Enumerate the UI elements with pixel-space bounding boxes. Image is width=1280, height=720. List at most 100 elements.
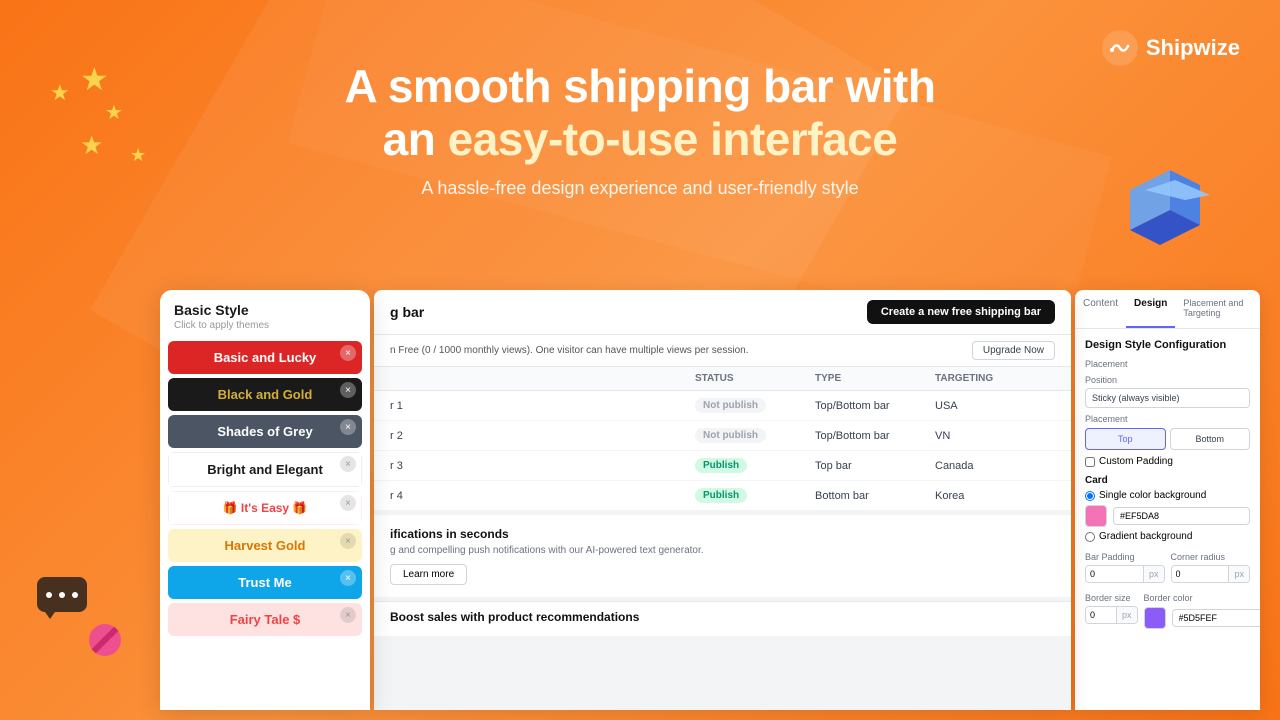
row2-status-badge: Not publish xyxy=(695,428,766,443)
theme-trust-me-label: Trust Me xyxy=(168,566,362,599)
row4-name: r 4 xyxy=(390,490,695,502)
tab-placement[interactable]: Placement and Targeting xyxy=(1175,290,1260,328)
theme-basic-lucky[interactable]: Basic and Lucky × xyxy=(168,341,362,374)
hero-line1: A smooth shipping bar with xyxy=(345,60,936,112)
row1-targeting: USA xyxy=(935,400,1055,412)
hero-subtitle: A hassle-free design experience and user… xyxy=(290,178,990,199)
theme-black-gold-label: Black and Gold xyxy=(168,378,362,411)
design-section-title: Design Style Configuration xyxy=(1085,339,1250,351)
placement-buttons: Top Bottom xyxy=(1085,428,1250,450)
row4-status: Publish xyxy=(695,488,815,503)
tab-design[interactable]: Design xyxy=(1126,290,1175,328)
bar-padding-label: Bar Padding xyxy=(1085,552,1165,562)
gradient-label: Gradient background xyxy=(1099,531,1192,542)
border-color-label: Border color xyxy=(1144,593,1260,603)
table-row: r 4 Publish Bottom bar Korea xyxy=(374,481,1071,511)
single-color-radio[interactable] xyxy=(1085,491,1095,501)
notifications-desc: g and compelling push notifications with… xyxy=(390,545,1055,556)
logo-text: Shipwize xyxy=(1146,35,1240,61)
create-bar-button[interactable]: Create a new free shipping bar xyxy=(867,300,1055,324)
corner-radius-unit: px xyxy=(1228,566,1249,582)
position-select[interactable]: Sticky (always visible) xyxy=(1085,388,1250,408)
design-panel: Content Design Placement and Targeting D… xyxy=(1075,290,1260,710)
tab-content[interactable]: Content xyxy=(1075,290,1126,328)
placement-top-btn[interactable]: Top xyxy=(1085,428,1166,450)
theme-basic-lucky-close[interactable]: × xyxy=(340,345,356,361)
theme-basic-lucky-label: Basic and Lucky xyxy=(168,341,362,374)
border-row: Border size px Border color xyxy=(1085,587,1250,629)
row3-type: Top bar xyxy=(815,460,935,472)
theme-harvest-gold-label: Harvest Gold xyxy=(168,529,362,562)
notice-bar: n Free (0 / 1000 monthly views). One vis… xyxy=(374,335,1071,367)
theme-bright-elegant-label: Bright and Elegant xyxy=(168,452,362,487)
theme-shades-grey-label: Shades of Grey xyxy=(168,415,362,448)
hero-title: A smooth shipping bar with an easy-to-us… xyxy=(290,60,990,166)
theme-bright-elegant-close[interactable]: × xyxy=(340,456,356,472)
style-panel-subtitle: Click to apply themes xyxy=(174,320,356,331)
color-input[interactable] xyxy=(1113,507,1250,525)
star-5: ★ xyxy=(130,145,146,166)
border-color-group: Border color xyxy=(1144,587,1260,629)
design-body: Design Style Configuration Placement Pos… xyxy=(1075,329,1260,639)
row1-type: Top/Bottom bar xyxy=(815,400,935,412)
style-panel-header: Basic Style Click to apply themes xyxy=(160,290,370,337)
col-name xyxy=(390,373,695,384)
row2-name: r 2 xyxy=(390,430,695,442)
gradient-radio[interactable] xyxy=(1085,532,1095,542)
theme-harvest-gold-close[interactable]: × xyxy=(340,533,356,549)
table-row: r 2 Not publish Top/Bottom bar VN xyxy=(374,421,1071,451)
theme-black-gold[interactable]: Black and Gold × xyxy=(168,378,362,411)
chat-decoration xyxy=(35,575,90,620)
star-3: ★ xyxy=(105,100,123,125)
row2-status: Not publish xyxy=(695,428,815,443)
border-size-group: Border size px xyxy=(1085,587,1138,629)
row3-status: Publish xyxy=(695,458,815,473)
border-color-swatch[interactable] xyxy=(1144,607,1166,629)
row4-targeting: Korea xyxy=(935,490,1055,502)
upgrade-button[interactable]: Upgrade Now xyxy=(972,341,1055,360)
star-4: ★ xyxy=(80,130,103,161)
theme-bright-elegant[interactable]: Bright and Elegant × xyxy=(168,452,362,487)
theme-fairy-tale[interactable]: Fairy Tale $ × xyxy=(168,603,362,636)
card-section: Card Single color background Gradient ba… xyxy=(1085,475,1250,542)
col-status: Status xyxy=(695,373,815,384)
row1-name: r 1 xyxy=(390,400,695,412)
custom-padding-row: Custom Padding xyxy=(1085,456,1250,467)
bar-padding-input[interactable] xyxy=(1086,566,1143,582)
table-row: r 3 Publish Top bar Canada xyxy=(374,451,1071,481)
theme-easy[interactable]: 🎁 It's Easy 🎁 × xyxy=(168,491,362,525)
custom-padding-label: Custom Padding xyxy=(1099,456,1173,467)
theme-easy-close[interactable]: × xyxy=(340,495,356,511)
corner-radius-group: Corner radius px xyxy=(1171,546,1251,583)
theme-trust-me-close[interactable]: × xyxy=(340,570,356,586)
dashboard-panel: g bar Create a new free shipping bar n F… xyxy=(374,290,1071,710)
style-panel: Basic Style Click to apply themes Basic … xyxy=(160,290,370,710)
placement-bottom-btn[interactable]: Bottom xyxy=(1170,428,1251,450)
theme-harvest-gold[interactable]: Harvest Gold × xyxy=(168,529,362,562)
row3-status-badge: Publish xyxy=(695,458,747,473)
theme-black-gold-close[interactable]: × xyxy=(340,382,356,398)
border-size-input-wrapper: px xyxy=(1085,606,1138,624)
corner-radius-label: Corner radius xyxy=(1171,552,1251,562)
star-2: ★ xyxy=(50,80,70,106)
table-container: Status Type Targeting r 1 Not publish To… xyxy=(374,367,1071,511)
style-panel-title: Basic Style xyxy=(174,302,356,318)
star-1: ★ xyxy=(80,60,109,98)
row3-name: r 3 xyxy=(390,460,695,472)
theme-shades-grey[interactable]: Shades of Grey × xyxy=(168,415,362,448)
learn-more-button[interactable]: Learn more xyxy=(390,564,467,585)
theme-fairy-tale-close[interactable]: × xyxy=(340,607,356,623)
single-color-row: Single color background xyxy=(1085,490,1250,501)
custom-padding-checkbox[interactable] xyxy=(1085,457,1095,467)
corner-radius-input[interactable] xyxy=(1172,566,1229,582)
border-color-input[interactable] xyxy=(1172,609,1260,627)
theme-shades-grey-close[interactable]: × xyxy=(340,419,356,435)
border-size-unit: px xyxy=(1116,607,1137,623)
bar-padding-input-wrapper: px xyxy=(1085,565,1165,583)
logo-icon xyxy=(1102,30,1138,66)
border-size-input[interactable] xyxy=(1086,607,1116,623)
placement-section-label: Placement xyxy=(1085,359,1250,369)
color-swatch[interactable] xyxy=(1085,505,1107,527)
design-tabs: Content Design Placement and Targeting xyxy=(1075,290,1260,329)
theme-trust-me[interactable]: Trust Me × xyxy=(168,566,362,599)
